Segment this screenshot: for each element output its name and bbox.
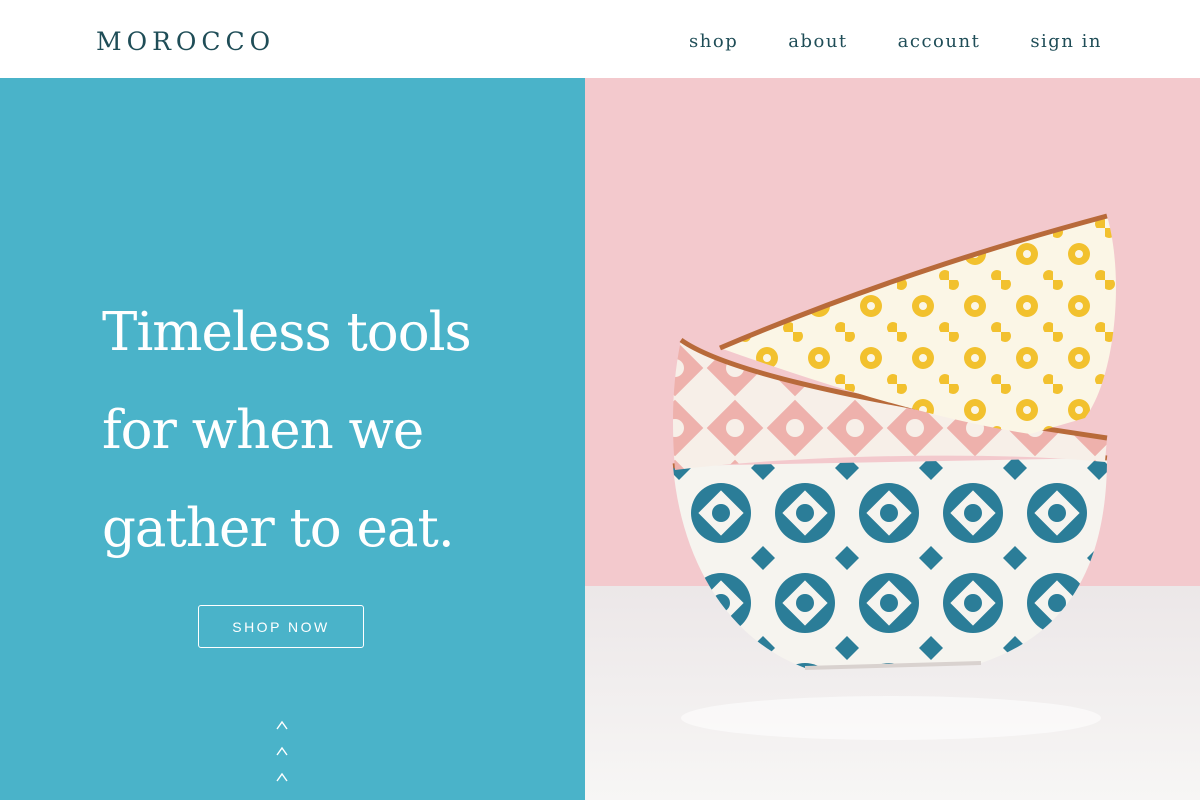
chevron-up-icon <box>276 746 288 756</box>
headline-line: Timeless tools <box>102 302 472 363</box>
logo[interactable]: MOROCCO <box>96 26 275 58</box>
hero-headline: Timeless tools for when we gather to eat… <box>102 284 562 578</box>
scroll-indicator[interactable] <box>274 718 290 796</box>
hero-photo <box>585 78 1200 800</box>
nav-about-link[interactable]: about <box>788 30 847 54</box>
nav-sign-in-link[interactable]: sign in <box>1030 30 1102 54</box>
chevron-up-icon <box>276 720 288 730</box>
site-header: MOROCCO shop about account sign in <box>0 0 1200 78</box>
nav-account-link[interactable]: account <box>898 30 981 54</box>
main-nav: shop about account sign in <box>689 30 1102 54</box>
nav-shop-link[interactable]: shop <box>689 30 738 54</box>
stacked-bowls-image <box>585 78 1200 800</box>
headline-line: gather to eat. <box>102 498 455 559</box>
headline-line: for when we <box>102 400 424 461</box>
shop-now-button[interactable]: SHOP NOW <box>198 605 364 648</box>
hero-panel: Timeless tools for when we gather to eat… <box>0 78 585 800</box>
chevron-up-icon <box>276 772 288 782</box>
